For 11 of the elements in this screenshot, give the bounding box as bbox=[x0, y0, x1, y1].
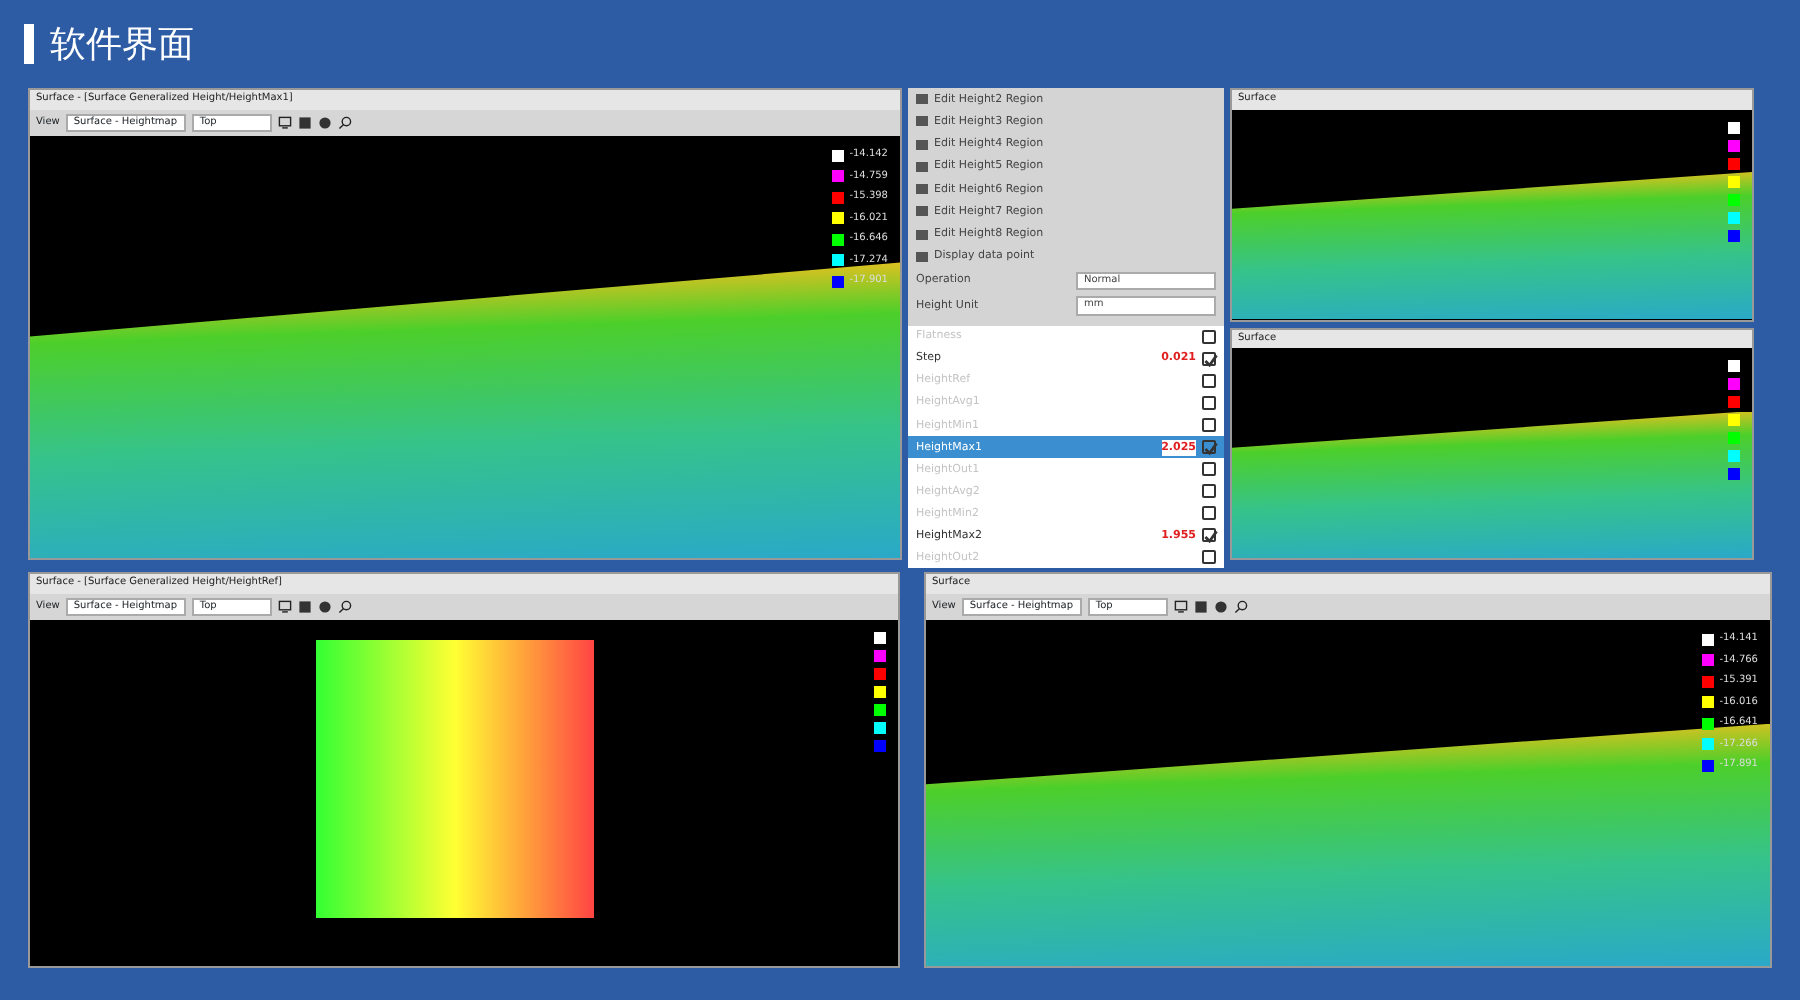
search-icon[interactable] bbox=[337, 599, 352, 614]
page-title: 软件界面 bbox=[50, 21, 194, 69]
search-icon[interactable] bbox=[1233, 599, 1248, 614]
checkbox[interactable] bbox=[1202, 440, 1216, 455]
monitor-icon[interactable] bbox=[1173, 599, 1188, 614]
title-bar-icon bbox=[24, 24, 34, 64]
checkbox[interactable] bbox=[1202, 528, 1216, 543]
monitor-icon[interactable] bbox=[277, 115, 292, 130]
checkbox[interactable] bbox=[1202, 352, 1216, 367]
search-icon[interactable] bbox=[337, 115, 352, 130]
monitor-icon[interactable] bbox=[277, 599, 292, 614]
